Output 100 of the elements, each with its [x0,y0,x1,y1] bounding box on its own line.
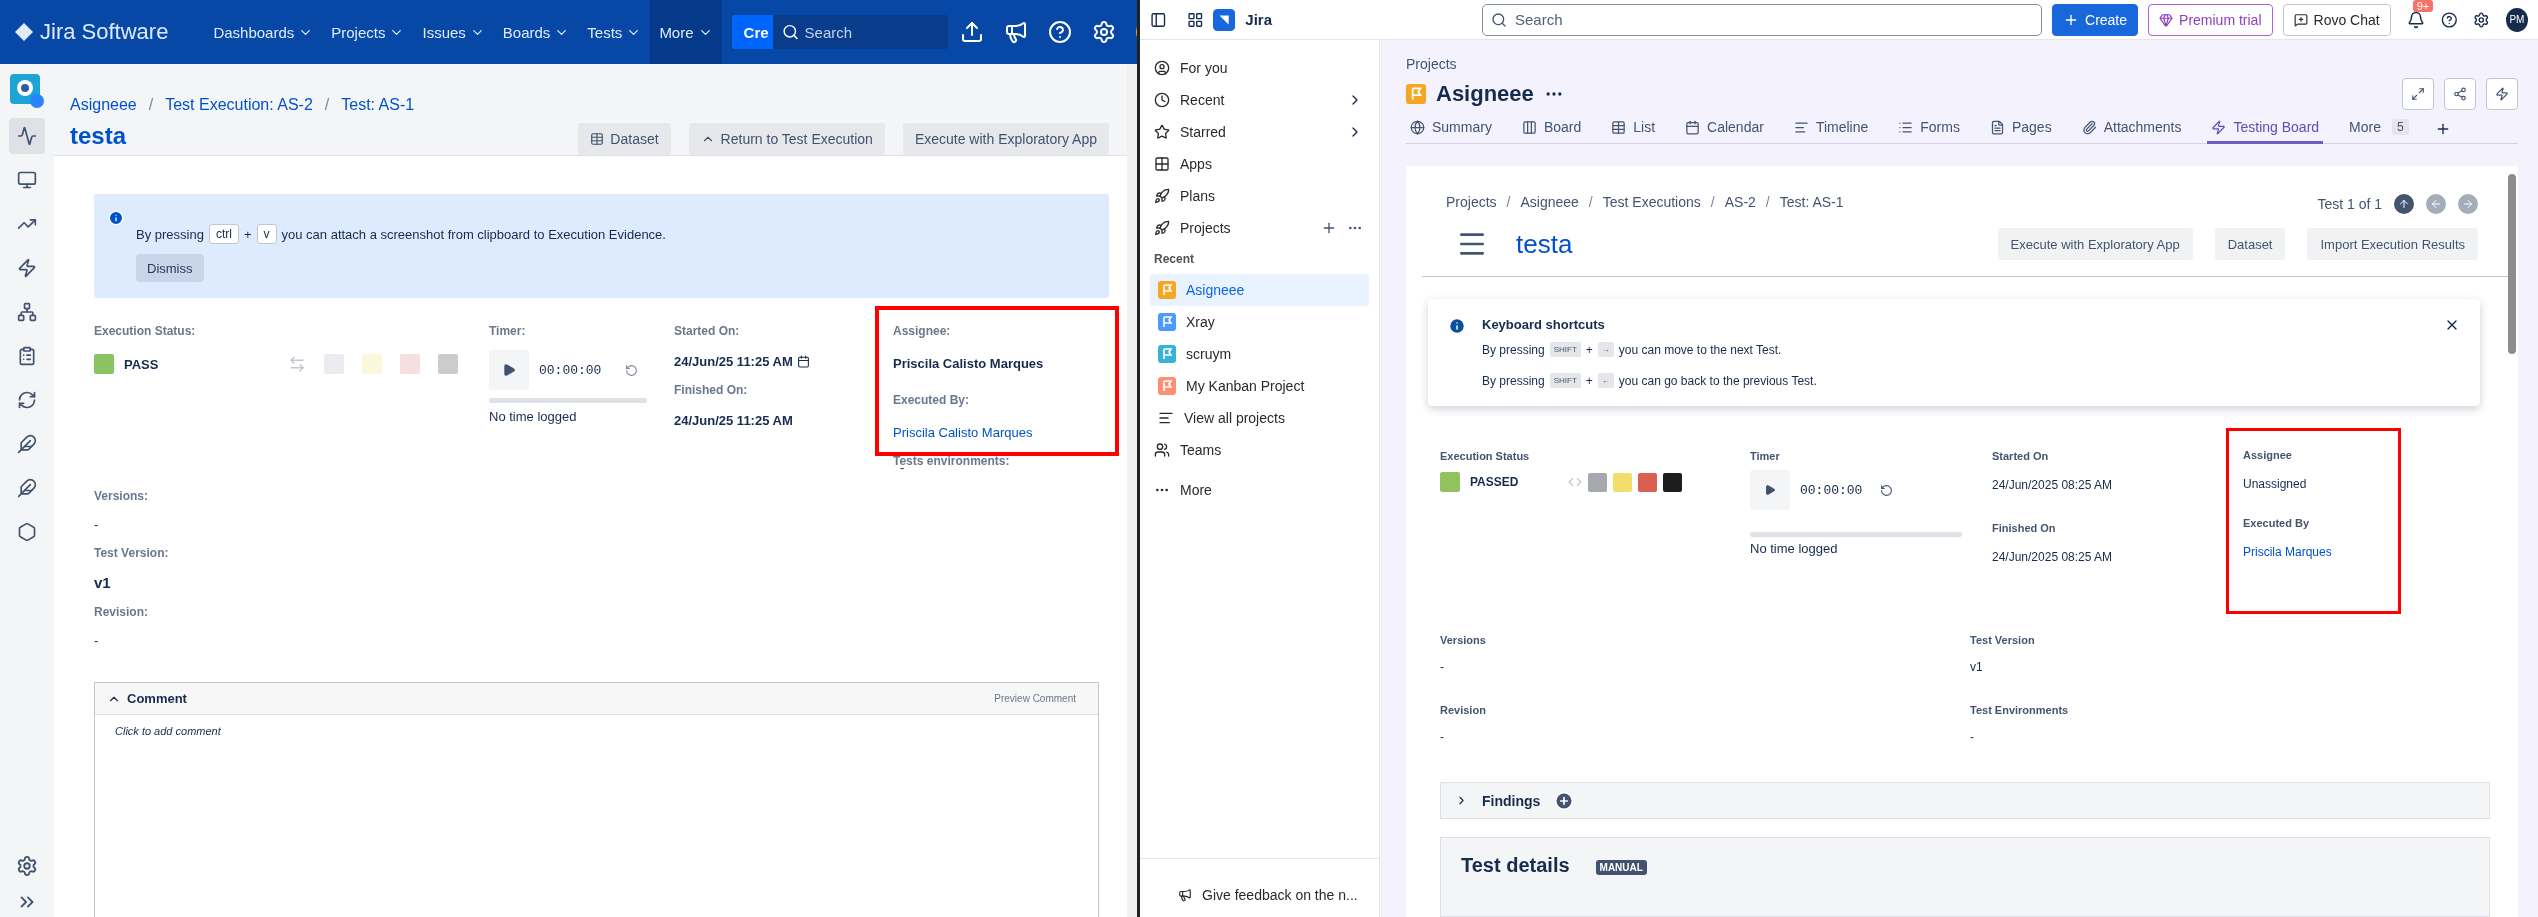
date-value: 24/Jun/25 11:25 AM [674,413,793,428]
rovo-chat-button[interactable]: Rovo Chat [2282,3,2391,36]
breadcrumb-separator: / [1506,194,1511,212]
field-value: - [1440,660,1444,674]
search-field[interactable]: Search [772,15,948,49]
breadcrumb-link[interactable]: Asigneee [70,96,137,114]
sidebar-item[interactable]: For you [1150,52,1232,84]
nav-menu[interactable]: Projects [322,0,414,64]
user-link[interactable]: Priscila Calisto Marques [893,425,1033,440]
create-button[interactable]: Cre [731,15,773,49]
field-value: - [94,517,99,532]
project-item[interactable]: scruym [1150,338,1369,370]
toolbar-button[interactable]: Dataset [2214,228,2286,260]
findings-section[interactable]: Findings [1440,782,2490,819]
project-item[interactable]: Asigneee [1150,274,1369,306]
nav-menu[interactable]: Dashboards [204,0,323,64]
toolbar-button[interactable]: Dataset [578,123,671,155]
tab[interactable]: Attachments [2077,113,2186,144]
field-label: Executed By [2243,517,2310,529]
key-cap: ← [1597,373,1614,388]
feedback-link[interactable]: Give feedback on the n... [1178,879,1358,911]
timer-value: 00:00:00 [1800,482,1863,498]
date-value: 24/Jun/2025 08:25 AM [1992,478,2113,492]
shortcut-text: By pressing [1482,342,1545,357]
field-value: - [1970,730,1974,744]
breadcrumb-separator: / [1765,194,1770,212]
tab[interactable]: Forms [1894,113,1964,144]
breadcrumb-link[interactable]: Asigneee [1520,194,1579,214]
key-cap: ctrl [208,224,239,244]
toolbar-button[interactable]: Return to Test Execution [688,123,885,155]
create-button[interactable]: Create [2052,3,2139,36]
toolbar-button[interactable]: Import Execution Results [2307,228,2478,260]
field-label: Assignee: [893,324,951,338]
pager-text: Test 1 of 1 [2317,196,2382,212]
breadcrumb-link[interactable]: Test: AS-1 [341,96,415,114]
breadcrumb-link[interactable]: Test Execution: AS-2 [165,96,313,114]
breadcrumb-link[interactable]: Test: AS-1 [1779,194,1844,214]
toolbar-button[interactable]: Execute with Exploratory App [1997,228,2193,260]
status-value: PASS [124,356,159,372]
sidebar-item[interactable]: View all projects [1150,402,1369,434]
plus-sign: + [1585,373,1593,388]
plus-sign: + [1585,342,1593,357]
tab[interactable]: Board [1517,113,1586,144]
comment-placeholder[interactable]: Click to add comment [115,725,221,737]
field-value: v1 [1970,660,1983,674]
field-label: Executed By: [893,393,970,407]
premium-button[interactable]: Premium trial [2148,3,2273,36]
tab[interactable]: Pages [1985,113,2056,144]
dismiss-button[interactable]: Dismiss [136,254,204,282]
tab[interactable]: Timeline [1789,113,1873,144]
breadcrumb-link[interactable]: Test Executions [1602,194,1701,214]
field-label: Test Version: [94,546,169,560]
tab[interactable]: List [1607,113,1660,144]
notice-text: you can attach a screenshot from clipboard to Execution Evidence. [281,226,666,242]
shortcut-text: you can move to the next Test. [1618,342,1782,357]
panel-title: Keyboard shortcuts [1482,317,1605,332]
nav-menu[interactable]: Tests [578,0,651,64]
page-title: testa [70,122,128,150]
sidebar-item[interactable]: Starred [1150,116,1230,148]
time-logged: No time logged [489,409,577,424]
breadcrumb-separator: / [1710,194,1715,212]
user-avatar[interactable]: PM [2505,7,2528,32]
field-label: Started On: [674,324,740,338]
sidebar-item[interactable]: Recent [1150,84,1229,116]
search-field[interactable]: Search [1482,3,2042,36]
field-value: - [94,633,99,648]
tab[interactable]: Calendar [1681,113,1768,144]
more-tab[interactable]: More 5 [2345,113,2413,144]
comment-title: Comment [127,691,187,706]
section-label: Recent [1153,251,1195,268]
breadcrumb-link[interactable]: Projects [1446,194,1497,214]
toolbar-button[interactable]: Execute with Exploratory App [902,123,1109,155]
tab[interactable]: Testing Board [2207,113,2324,144]
key-cap: SHIFT [1549,342,1581,357]
assignee-value: Priscila Calisto Marques [893,356,1044,371]
sidebar-item[interactable]: Teams [1150,434,1369,466]
sidebar-item[interactable]: More [1150,474,1369,506]
nav-menu[interactable]: More [650,0,722,64]
breadcrumb-separator: / [148,96,154,114]
project-title: Asigneee [1436,81,1534,107]
field-label: Assignee [2243,449,2292,461]
preview-link[interactable]: Preview Comment [988,692,1082,705]
breadcrumb-link[interactable]: Projects [1406,56,1457,72]
project-item[interactable]: Xray [1150,306,1369,338]
nav-menu[interactable]: Boards [493,0,579,64]
field-label: Timer [1750,450,1780,462]
breadcrumb-link[interactable]: AS-2 [1724,194,1756,214]
product-name: Jira [1245,11,1272,28]
nav-menu[interactable]: Issues [413,0,494,64]
sidebar-item[interactable]: Projects [1150,212,1235,244]
user-link[interactable]: Priscila Marques [2243,545,2332,559]
sidebar-item[interactable]: Plans [1150,180,1220,212]
tab[interactable]: Summary [1406,113,1496,144]
date-value: 24/Jun/2025 08:25 AM [1992,550,2113,564]
project-item[interactable]: My Kanban Project [1150,370,1369,402]
field-value: v1 [94,574,111,591]
field-label: Finished On: [674,383,748,397]
sidebar-item[interactable]: Apps [1150,148,1216,180]
status-value: PASSED [1470,475,1519,489]
type-badge: MANUAL [1595,860,1647,875]
